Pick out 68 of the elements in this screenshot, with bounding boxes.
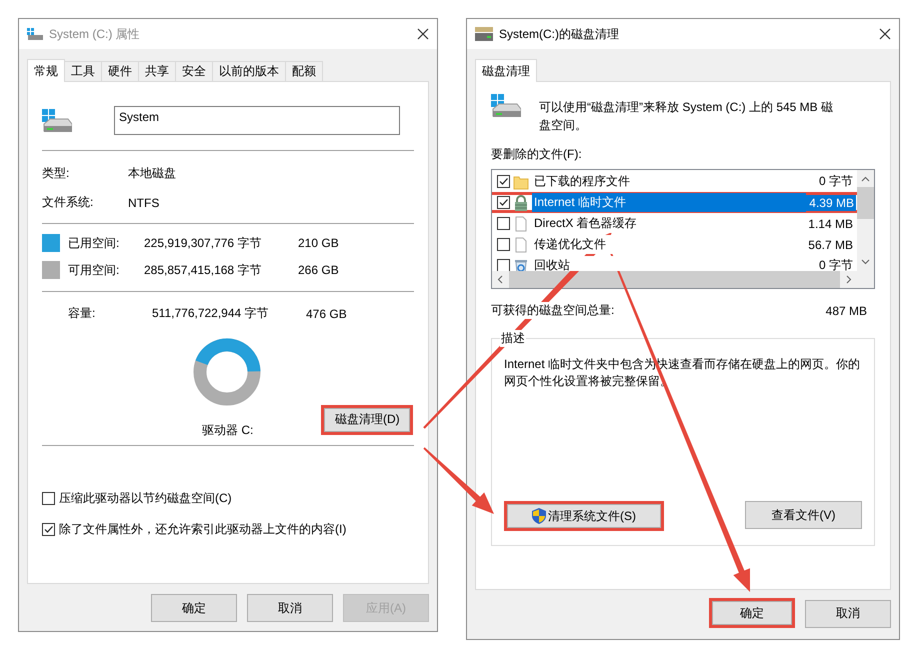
- option-label: 压缩此驱动器以节约磁盘空间(C): [59, 490, 232, 507]
- tab[interactable]: 常规: [27, 59, 65, 82]
- list-row[interactable]: 传递优化文件 56.7 MB: [492, 234, 857, 255]
- button[interactable]: 取消: [805, 600, 891, 628]
- drive-icon: [491, 94, 521, 118]
- tab[interactable]: 配额: [285, 61, 323, 81]
- scroll-up-icon[interactable]: [861, 176, 870, 182]
- list-label: 要删除的文件(F):: [491, 146, 583, 163]
- list-row[interactable]: DirectX 着色器缓存 1.14 MB: [492, 213, 857, 234]
- drive-label: 驱动器 C:: [202, 422, 254, 439]
- window-title: System (C:) 属性: [49, 26, 141, 42]
- group-heading: 描述: [500, 330, 526, 347]
- close-icon[interactable]: [417, 28, 429, 40]
- checkbox[interactable]: [497, 196, 510, 209]
- disk-cleanup-button[interactable]: 磁盘清理(D): [321, 404, 414, 434]
- total-label: 可获得的磁盘空间总量:: [491, 302, 614, 319]
- button[interactable]: 取消: [247, 594, 333, 622]
- shield-icon: [532, 508, 546, 524]
- size-value: 266 GB: [298, 263, 339, 277]
- field-label: 可用空间:: [68, 262, 120, 278]
- file-size: 0 字节: [818, 257, 853, 271]
- annotation-arrow: [423, 447, 494, 514]
- action-button[interactable]: 查看文件(V): [745, 501, 862, 529]
- list-row[interactable]: Internet 临时文件 4.39 MB: [492, 192, 860, 213]
- field-label: 容量:: [67, 305, 96, 322]
- window-title: System(C:)的磁盘清理: [499, 26, 620, 42]
- size-value: 210 GB: [298, 236, 339, 250]
- checkbox[interactable]: [497, 217, 510, 230]
- list-row[interactable]: 已下载的程序文件 0 字节: [492, 171, 857, 192]
- file-size: 1.14 MB: [808, 216, 853, 230]
- drive-icon: [475, 27, 493, 41]
- checkbox[interactable]: [497, 175, 510, 188]
- button[interactable]: 确定: [151, 594, 237, 622]
- summary-text: 可以使用“磁盘清理”来释放 System (C:) 上的 545 MB 磁盘空间。: [539, 99, 834, 134]
- close-icon[interactable]: [879, 28, 891, 40]
- option-label: 除了文件属性外，还允许索引此驱动器上文件的内容(I): [59, 521, 346, 538]
- field-label: 类型:: [42, 165, 70, 182]
- drive-icon: [42, 108, 72, 132]
- tab[interactable]: 磁盘清理: [475, 59, 537, 82]
- field-value: NTFS: [128, 196, 160, 210]
- checkbox[interactable]: [497, 259, 510, 271]
- field-label: 文件系统:: [42, 194, 94, 211]
- checkbox[interactable]: [42, 492, 55, 505]
- horizontal-scrollbar[interactable]: [492, 271, 874, 288]
- size-value: 476 GB: [306, 306, 347, 320]
- checkbox[interactable]: [42, 523, 55, 536]
- drive-icon: [27, 28, 43, 40]
- lock-icon: [513, 194, 529, 210]
- field-label: 已用空间:: [68, 234, 120, 252]
- document-icon: [513, 236, 529, 252]
- total-value: 487 MB: [826, 304, 867, 318]
- file-size: 56.7 MB: [808, 238, 853, 252]
- action-button[interactable]: 清理系统文件(S): [504, 501, 664, 531]
- name-field[interactable]: System: [114, 106, 400, 135]
- recycle-bin-icon: [513, 258, 529, 271]
- scroll-down-icon[interactable]: [861, 259, 870, 265]
- folder-icon: [513, 174, 529, 190]
- file-size: 0 字节: [818, 173, 853, 190]
- vertical-scrollbar[interactable]: [857, 170, 874, 271]
- byte-count: 511,776,722,944 字节: [152, 305, 270, 322]
- usage-donut: [193, 338, 261, 406]
- checkbox[interactable]: [497, 238, 510, 251]
- byte-count: 225,919,307,776 字节: [144, 234, 262, 252]
- field-value: 本地磁盘: [128, 165, 176, 182]
- list-row[interactable]: 回收站 0 字节: [492, 255, 857, 271]
- button[interactable]: 确定: [709, 598, 795, 628]
- file-name: Internet 临时文件: [532, 193, 806, 212]
- byte-count: 285,857,415,168 字节: [144, 262, 262, 278]
